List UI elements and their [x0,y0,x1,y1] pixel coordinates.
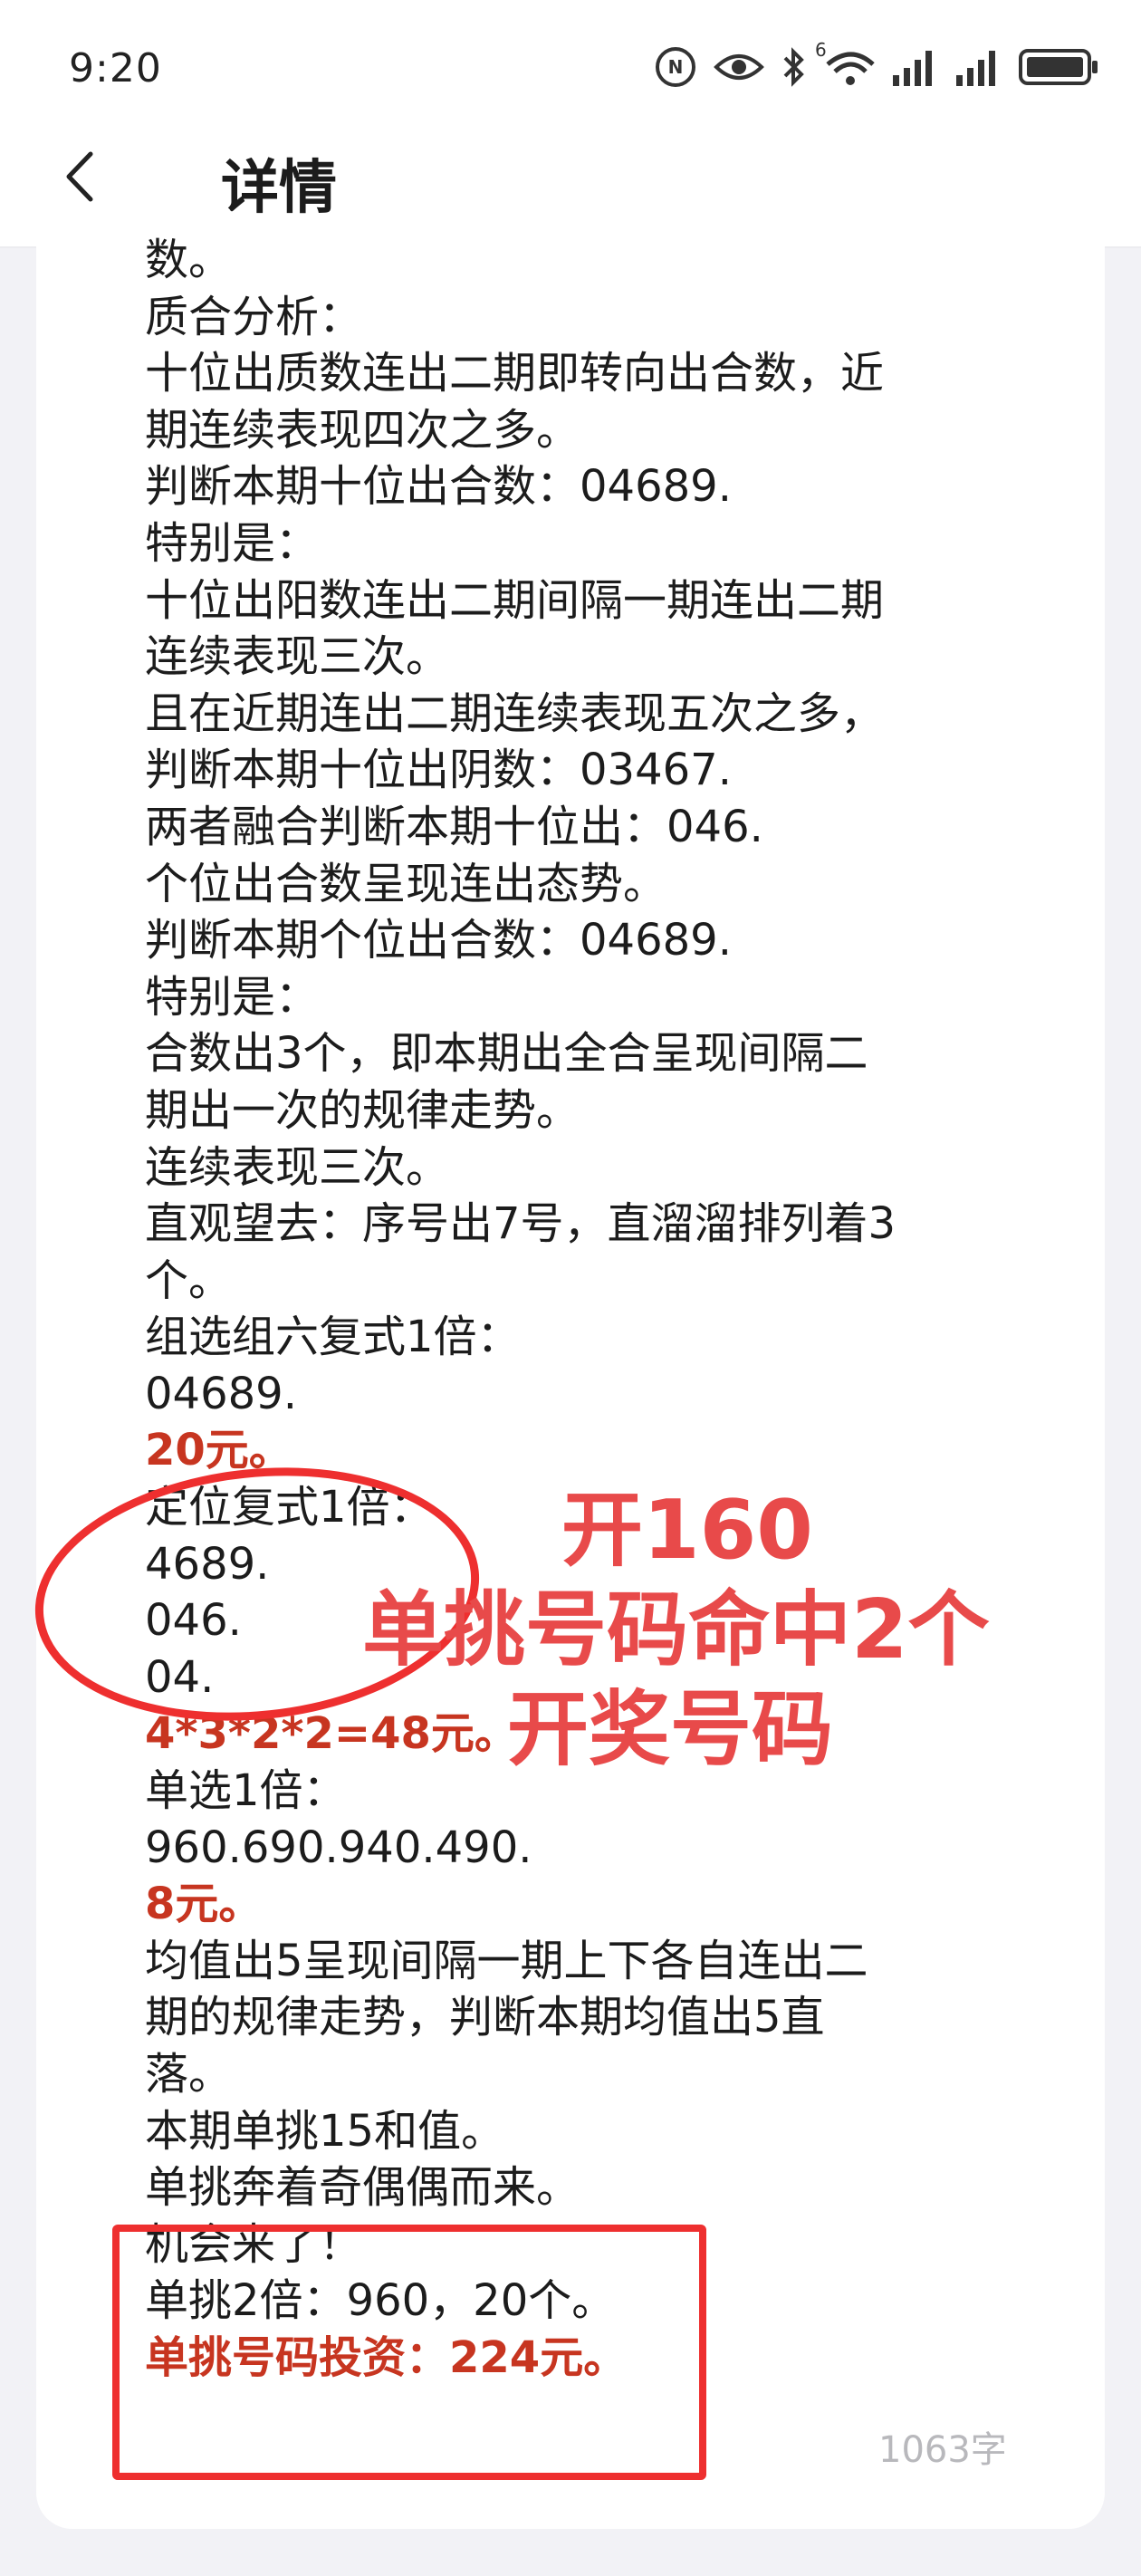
back-button[interactable] [43,136,116,217]
battery-icon [1019,49,1098,85]
text-line: 连续表现三次。 [145,631,450,683]
svg-text:N: N [668,56,684,78]
text-line: 单挑奔着奇偶偶而来。 [145,2162,580,2214]
text-line: 直观望去：序号出7号，直溜溜排列着3 [145,1198,896,1250]
text-line: 期出一次的规律走势。 [145,1084,580,1136]
text-line: 960.690.940.490. [145,1821,532,1873]
page-title: 详情 [221,155,337,222]
chevron-left-icon [66,151,93,202]
article-body: 数。 质合分析： 十位出质数连出二期即转向出合数，近 期连续表现四次之多。 判断本期十位… [145,232,996,2387]
text-line: 个。 [145,1254,233,1306]
status-icons: N 6 [654,39,1099,94]
text-line: 期连续表现四次之多。 [145,404,580,456]
text-line: 质合分析： [145,291,363,342]
nfc-icon: N [656,47,695,87]
text-line: 判断本期十位出合数：04689. [145,461,732,513]
text-line: 合数出3个，即本期出全合呈现间隔二 [145,1028,868,1080]
highlight-line: 8元。 [145,1879,263,1930]
eye-icon [714,54,764,80]
word-count: 1063字 [878,2429,1007,2471]
top-app-bar: 详情 [0,107,1141,248]
signal-icon [893,51,932,86]
annotation-box [112,2225,706,2480]
signal-icon [956,51,995,86]
text-line: 数。 [145,235,233,285]
text-line: 十位出阳数连出二期间隔一期连出二期 [145,574,885,626]
status-time: 9:20 [69,45,162,91]
text-line: 十位出质数连出二期即转向出合数，近 [145,348,885,399]
wifi-badge: 6 [815,39,827,61]
text-line: 特别是： [145,971,320,1023]
text-line: 本期单挑15和值。 [145,2105,505,2157]
bluetooth-icon [783,47,804,87]
text-line: 个位出合数呈现连出态势。 [145,858,667,909]
text-line: 均值出5呈现间隔一期上下各自连出二 [145,1935,868,1986]
text-line: 判断本期十位出阴数：03467. [145,745,732,796]
overlay-line-3: 开奖号码 [507,1682,833,1777]
text-line: 04689. [145,1368,297,1419]
text-line: 且在近期连出二期连续表现五次之多， [145,687,885,739]
text-line: 组选组六复式1倍： [145,1312,521,1363]
bottom-area [0,2536,1141,2576]
text-line: 连续表现三次。 [145,1141,450,1193]
text-line: 两者融合判断本期十位出：046. [145,801,763,852]
text-line: 特别是： [145,517,320,569]
text-line: 判断本期个位出合数：04689. [145,915,732,966]
wifi-icon: 6 [815,39,875,88]
text-line: 落。 [145,2049,233,2100]
text-line: 期的规律走势，判断本期均值出5直 [145,1992,825,2043]
